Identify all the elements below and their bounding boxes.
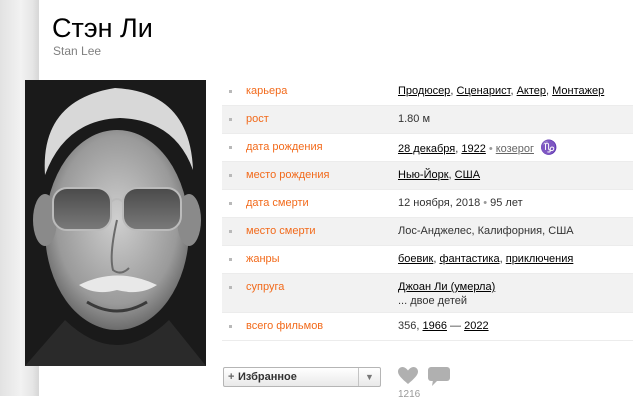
- row-bullet: [229, 146, 232, 149]
- favorites-dropdown[interactable]: + Избранное ▼: [223, 367, 381, 387]
- plus-icon: +: [228, 371, 235, 383]
- person-name-ru: Стэн Ли: [52, 13, 153, 43]
- career-link[interactable]: Монтажер: [552, 85, 604, 97]
- row-bullet: [229, 230, 232, 233]
- row-bullet: [229, 258, 232, 261]
- films-count: 356: [398, 320, 417, 332]
- info-table: карьера Продюсер, Сценарист, Актер, Монт…: [222, 78, 633, 341]
- person-photo[interactable]: [25, 80, 206, 366]
- info-row-career: карьера Продюсер, Сценарист, Актер, Монт…: [222, 78, 633, 106]
- info-row-spouse: супруга Джоан Ли (умерла) ... двое детей: [222, 274, 633, 313]
- info-row-birth-place: место рождения Нью-Йорк, США: [222, 162, 633, 190]
- genre-link[interactable]: приключения: [506, 253, 574, 265]
- row-bullet: [229, 325, 232, 328]
- films-year-to-link[interactable]: 2022: [464, 320, 488, 332]
- chevron-down-icon[interactable]: ▼: [358, 368, 380, 386]
- info-row-death-place: место смерти Лос-Анджелес, Калифорния, С…: [222, 218, 633, 246]
- value-death-place: Лос-Анджелес, Калифорния, США: [398, 225, 574, 237]
- info-row-death-date: дата смерти 12 ноября, 2018 • 95 лет: [222, 190, 633, 218]
- zodiac-link[interactable]: козерог: [496, 143, 534, 155]
- portrait-image: [25, 80, 206, 366]
- label-films: всего фильмов: [246, 320, 324, 332]
- value-birth-date: 28 декабря, 1922 • козерог ♑: [398, 139, 558, 155]
- favorites-label: Избранное: [238, 371, 297, 383]
- label-career: карьера: [246, 85, 288, 97]
- info-row-films: всего фильмов 356, 1966 — 2022: [222, 313, 633, 341]
- birth-country-link[interactable]: США: [455, 169, 480, 181]
- value-height: 1.80 м: [398, 113, 431, 125]
- label-birth-date: дата рождения: [246, 141, 323, 153]
- age-text: 95 лет: [490, 197, 523, 209]
- label-height: рост: [246, 113, 269, 125]
- row-bullet: [229, 202, 232, 205]
- comment-icon[interactable]: [427, 366, 451, 386]
- death-date-text: 12 ноября, 2018: [398, 197, 481, 209]
- person-name-en: Stan Lee: [53, 44, 102, 58]
- row-bullet: [229, 174, 232, 177]
- career-link[interactable]: Сценарист: [456, 85, 510, 97]
- info-row-height: рост 1.80 м: [222, 106, 633, 134]
- birth-year-link[interactable]: 1922: [461, 143, 485, 155]
- row-bullet: [229, 286, 232, 289]
- career-link[interactable]: Актер: [517, 85, 546, 97]
- likes-count: 1216: [398, 389, 421, 400]
- label-spouse: супруга: [246, 281, 285, 293]
- separator-dot: •: [483, 197, 488, 209]
- career-link[interactable]: Продюсер: [398, 85, 450, 97]
- info-row-genres: жанры боевик, фантастика, приключения: [222, 246, 633, 274]
- label-birth-place: место рождения: [246, 169, 330, 181]
- children-text: ... двое детей: [398, 295, 468, 307]
- spouse-link[interactable]: Джоан Ли (умерла): [398, 281, 495, 293]
- capricorn-icon: ♑: [539, 139, 558, 155]
- label-death-place: место смерти: [246, 225, 316, 237]
- heart-icon[interactable]: [397, 366, 419, 386]
- value-death-date: 12 ноября, 2018 • 95 лет: [398, 190, 523, 217]
- genre-link[interactable]: боевик: [398, 253, 433, 265]
- films-dash: —: [450, 320, 462, 332]
- genre-link[interactable]: фантастика: [439, 253, 499, 265]
- row-bullet: [229, 90, 232, 93]
- value-films: 356, 1966 — 2022: [398, 320, 489, 332]
- birth-city-link[interactable]: Нью-Йорк: [398, 169, 449, 181]
- label-death-date: дата смерти: [246, 197, 309, 209]
- label-genres: жанры: [246, 253, 280, 265]
- birth-day-link[interactable]: 28 декабря: [398, 143, 455, 155]
- value-spouse: Джоан Ли (умерла) ... двое детей: [398, 274, 495, 308]
- value-career: Продюсер, Сценарист, Актер, Монтажер: [398, 85, 605, 97]
- separator-dot: •: [488, 143, 493, 155]
- row-bullet: [229, 118, 232, 121]
- value-genres: боевик, фантастика, приключения: [398, 253, 574, 265]
- value-birth-place: Нью-Йорк, США: [398, 169, 481, 181]
- info-row-birth-date: дата рождения 28 декабря, 1922 • козерог ♑: [222, 134, 633, 162]
- films-year-from-link[interactable]: 1966: [422, 320, 446, 332]
